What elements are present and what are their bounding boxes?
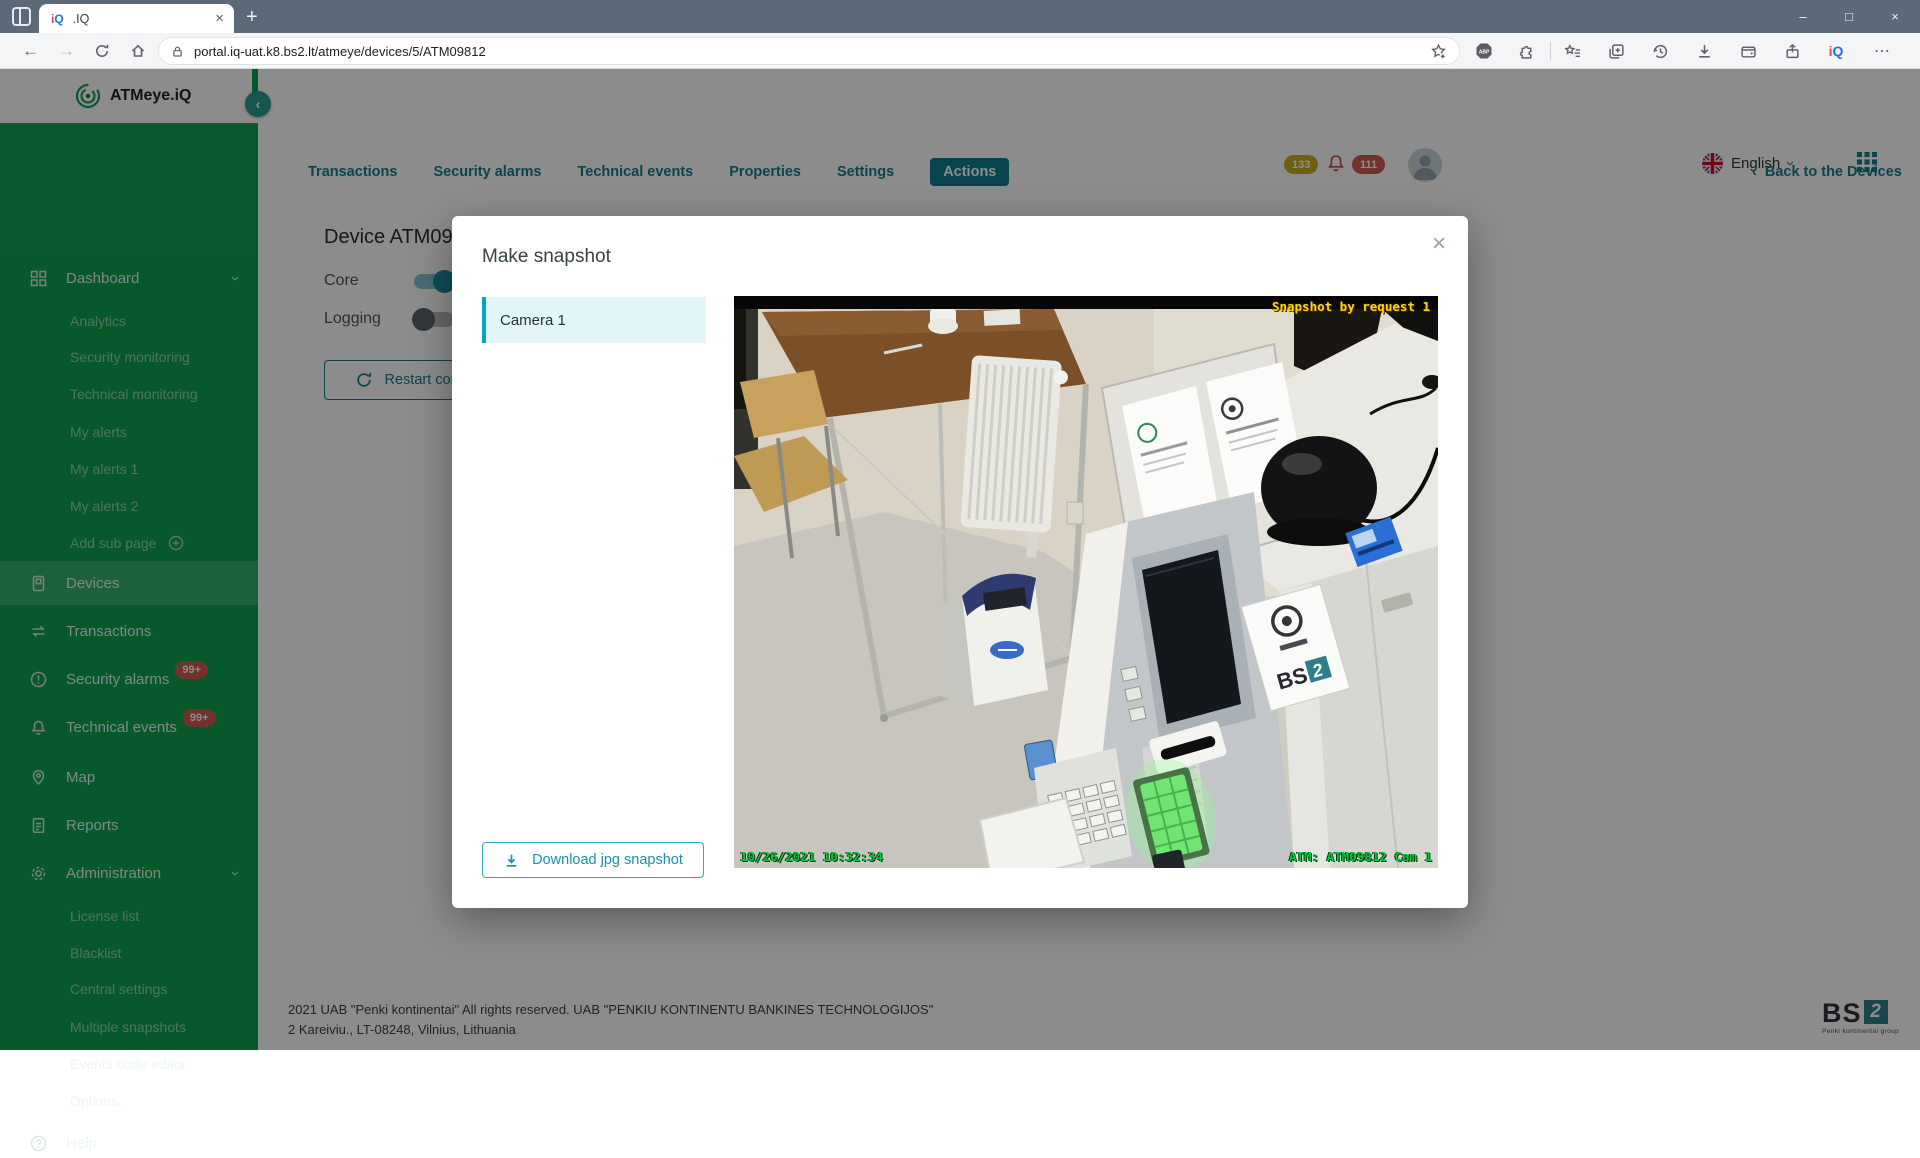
snapshot-overlay-request: Snapshot by request 1: [1272, 299, 1430, 314]
make-snapshot-modal: Make snapshot × Camera 1: [452, 216, 1468, 908]
collections-icon[interactable]: [1606, 42, 1626, 60]
window-restore-button[interactable]: □: [1827, 0, 1871, 33]
camera-item-label: Camera 1: [500, 312, 566, 329]
browser-tab-strip: iQ .IQ × + – □ ×: [0, 0, 1920, 33]
toolbar-overflow-icon[interactable]: ⋯: [1872, 42, 1892, 60]
snapshot-image: BS 2: [734, 296, 1438, 868]
downloads-icon[interactable]: [1694, 42, 1714, 60]
favorites-icon[interactable]: [1562, 42, 1582, 60]
history-icon[interactable]: [1650, 42, 1670, 60]
tab-title: .IQ: [73, 12, 216, 26]
modal-title: Make snapshot: [482, 246, 611, 268]
home-icon[interactable]: [130, 43, 146, 59]
window-minimize-button[interactable]: –: [1781, 0, 1825, 33]
browser-toolbar: ← → portal.iq-uat.k8.bs2.lt/atmeye/devic…: [0, 33, 1920, 69]
forward-icon[interactable]: →: [58, 42, 75, 60]
download-jpg-button[interactable]: Download jpg snapshot: [482, 842, 704, 878]
adblock-extension-icon[interactable]: ABP: [1474, 42, 1494, 60]
workspaces-icon[interactable]: [12, 7, 31, 26]
url-text: portal.iq-uat.k8.bs2.lt/atmeye/devices/5…: [194, 44, 1430, 59]
iq-extension-icon[interactable]: iQ: [1826, 42, 1846, 60]
help-icon: [30, 1135, 47, 1152]
sidebar-item-options[interactable]: Options: [0, 1086, 258, 1116]
toolbar-divider: [1550, 42, 1551, 60]
url-bar[interactable]: portal.iq-uat.k8.bs2.lt/atmeye/devices/5…: [158, 37, 1460, 65]
favicon-iq-icon: iQ: [51, 12, 64, 26]
window-close-button[interactable]: ×: [1873, 0, 1917, 33]
back-icon[interactable]: ←: [22, 42, 39, 60]
puzzle-extension-icon[interactable]: [1516, 42, 1536, 60]
snapshot-overlay-camera: ATM: ATM09812 Cam 1: [1289, 849, 1432, 864]
wallet-icon[interactable]: [1738, 42, 1758, 60]
sidebar-item-help[interactable]: Help: [0, 1128, 258, 1158]
snapshot-overlay-timestamp: 10/26/2021 10:32:34: [740, 849, 883, 864]
tab-close-icon[interactable]: ×: [215, 10, 224, 27]
svg-text:ABP: ABP: [1479, 49, 1490, 55]
modal-close-icon[interactable]: ×: [1432, 230, 1446, 258]
snapshot-photo: BS 2: [734, 296, 1438, 868]
share-icon[interactable]: [1782, 42, 1802, 60]
camera-list-item[interactable]: Camera 1: [482, 297, 706, 343]
browser-tab[interactable]: iQ .IQ ×: [39, 4, 234, 33]
download-icon: [503, 852, 520, 869]
favorite-add-icon[interactable]: [1430, 43, 1447, 60]
refresh-icon[interactable]: [94, 43, 110, 59]
new-tab-button[interactable]: +: [246, 5, 258, 29]
sidebar-item-events-code-editor[interactable]: Events code editor: [0, 1049, 258, 1079]
lock-icon: [171, 44, 184, 59]
